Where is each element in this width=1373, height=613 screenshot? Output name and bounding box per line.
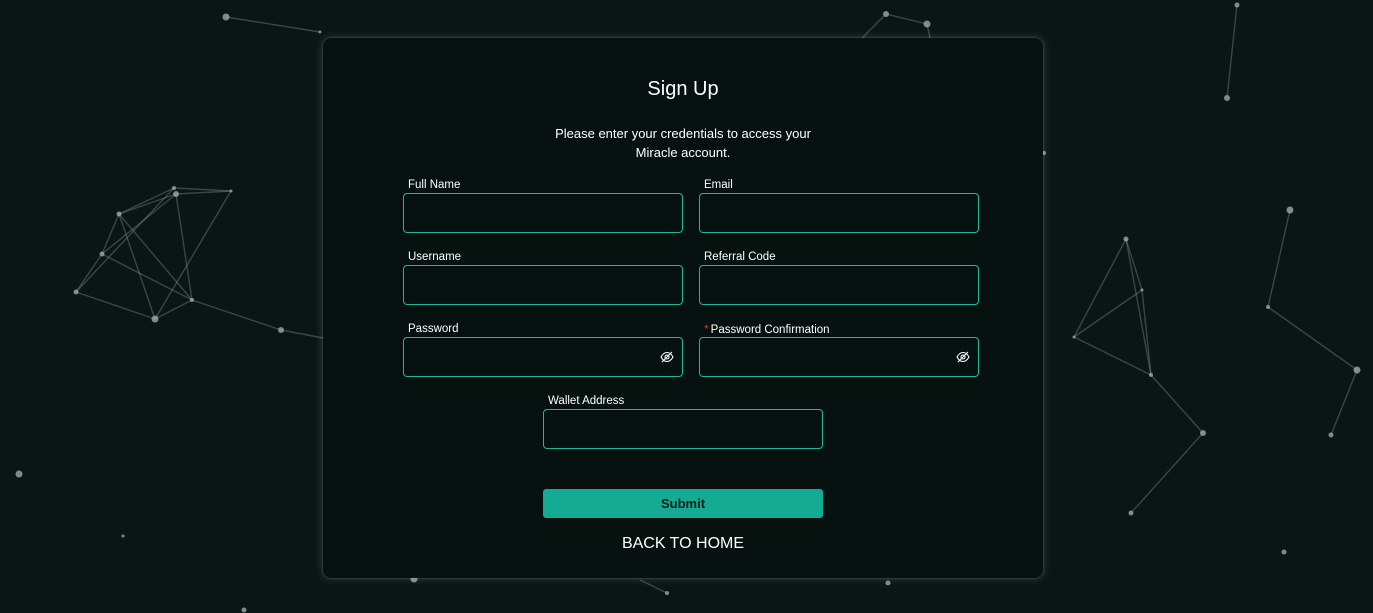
password-confirmation-box <box>699 337 979 377</box>
password-confirmation-field: * Password Confirmation <box>699 322 979 377</box>
email-label: Email <box>704 179 733 191</box>
password-label: Password <box>408 323 459 335</box>
referral-code-field: Referral Code <box>699 250 979 305</box>
full-name-label: Full Name <box>408 179 461 191</box>
full-name-box <box>403 193 683 233</box>
eye-slash-icon[interactable] <box>956 351 970 363</box>
username-field: Username <box>403 250 683 305</box>
referral-code-box <box>699 265 979 305</box>
wallet-address-field: Wallet Address <box>543 394 823 449</box>
email-input[interactable] <box>700 194 978 232</box>
full-name-input[interactable] <box>404 194 682 232</box>
password-input[interactable] <box>404 338 682 376</box>
page-title: Sign Up <box>647 78 719 100</box>
referral-code-input[interactable] <box>700 266 978 304</box>
page-subtitle: Please enter your credentials to access … <box>555 126 811 160</box>
username-box <box>403 265 683 305</box>
wallet-address-label: Wallet Address <box>548 395 625 407</box>
password-confirmation-label: * Password Confirmation <box>699 322 979 337</box>
required-marker: * <box>704 322 709 336</box>
password-field: Password <box>403 322 683 377</box>
email-box <box>699 193 979 233</box>
username-label: Username <box>408 251 462 263</box>
referral-code-label: Referral Code <box>704 251 776 263</box>
submit-button[interactable]: Submit <box>543 489 823 518</box>
password-confirmation-input[interactable] <box>700 338 978 376</box>
email-field: Email <box>699 178 979 233</box>
wallet-address-box <box>543 409 823 449</box>
wallet-address-input[interactable] <box>544 410 822 448</box>
full-name-field: Full Name <box>403 178 683 233</box>
username-input[interactable] <box>404 266 682 304</box>
password-confirmation-label-text: Password Confirmation <box>710 324 830 336</box>
signup-card: Sign Up Please enter your credentials to… <box>323 38 1043 578</box>
eye-slash-icon[interactable] <box>660 351 674 363</box>
back-to-home-link[interactable]: BACK TO HOME <box>323 535 1043 553</box>
password-box <box>403 337 683 377</box>
